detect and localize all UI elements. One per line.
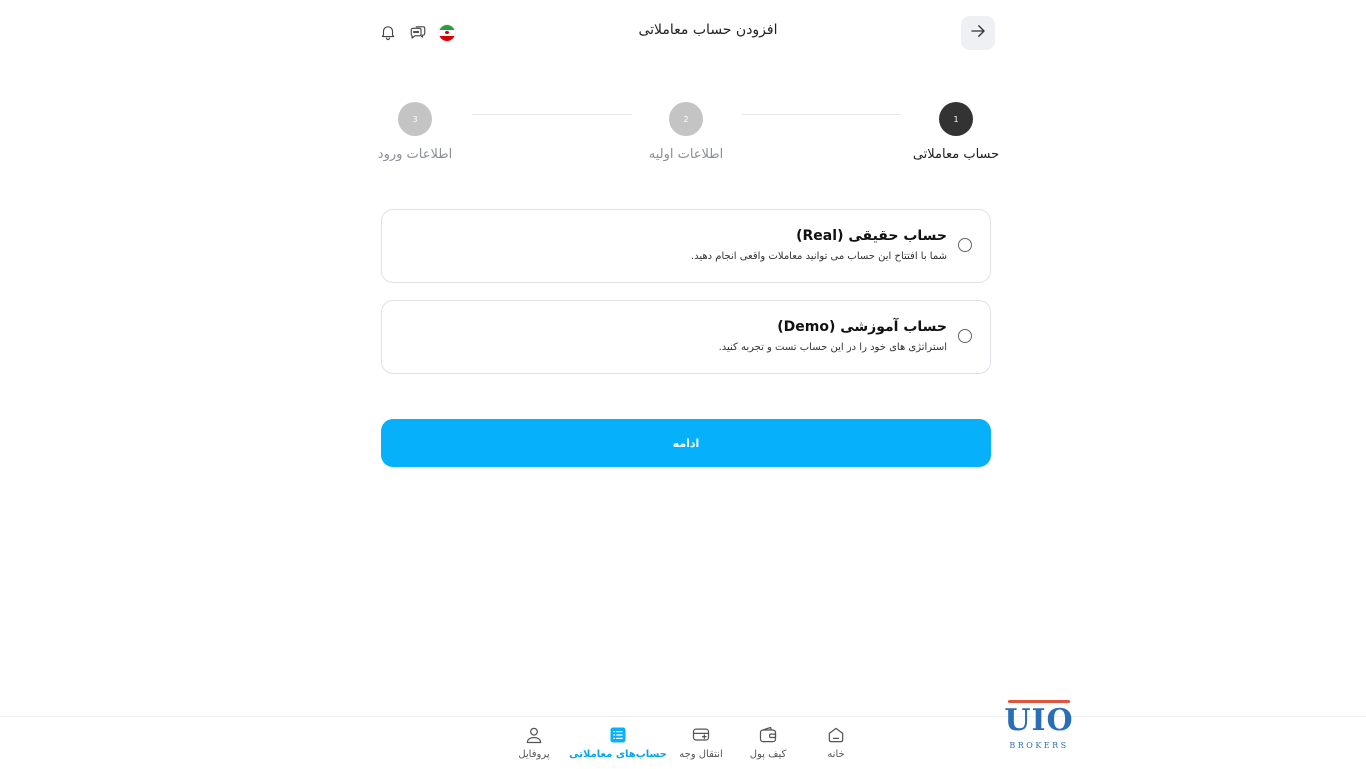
arrow-right-icon — [969, 22, 987, 44]
demo-account-option[interactable]: حساب آموزشی (Demo) استراتژی های خود را د… — [381, 300, 991, 374]
real-account-option[interactable]: حساب حقیقی (Real) شما با افتتاح این حساب… — [381, 209, 991, 283]
real-account-radio[interactable] — [958, 238, 972, 252]
step-connector — [472, 114, 632, 115]
nav-trading-accounts[interactable]: حساب‌های معاملاتی — [569, 725, 667, 760]
wallet-icon — [758, 725, 778, 745]
option-title: حساب آموزشی (Demo) — [777, 319, 947, 335]
card-transfer-icon — [691, 725, 711, 745]
iran-flag-icon[interactable] — [439, 25, 455, 41]
nav-label: خانه — [827, 749, 845, 760]
continue-button[interactable]: ادامه — [381, 419, 991, 467]
list-icon — [608, 725, 628, 745]
nav-label: پروفایل — [518, 749, 550, 760]
step-1-label: حساب معاملاتی — [912, 147, 1000, 162]
step-connector — [742, 114, 900, 115]
page-title: افزودن حساب معاملاتی — [638, 22, 778, 38]
logo-subtext: BROKERS — [1009, 741, 1069, 750]
uio-brokers-logo: UIO BROKERS — [1004, 700, 1074, 755]
user-icon — [524, 725, 544, 745]
step-1-indicator: 1 — [939, 102, 973, 136]
option-title: حساب حقیقی (Real) — [796, 228, 947, 244]
nav-label: کیف پول — [749, 749, 787, 760]
nav-transfer[interactable]: انتقال وجه — [656, 725, 746, 760]
nav-label: انتقال وجه — [679, 749, 723, 760]
step-2-label: اطلاعات اولیه — [648, 147, 724, 162]
nav-label: حساب‌های معاملاتی — [569, 749, 667, 760]
nav-profile[interactable]: پروفایل — [489, 725, 579, 760]
back-button[interactable] — [961, 16, 995, 50]
step-2-indicator: 2 — [669, 102, 703, 136]
bell-icon[interactable] — [378, 22, 398, 42]
bottom-nav: خانه کیف پول انتقال وجه — [0, 716, 1366, 769]
step-3-label: اطلاعات ورود — [377, 147, 453, 162]
chat-icon[interactable] — [408, 22, 428, 42]
step-3-indicator: 3 — [398, 102, 432, 136]
option-description: شما با افتتاح این حساب می توانید معاملات… — [690, 251, 947, 262]
logo-text: UIO — [1004, 703, 1074, 738]
top-header: افزودن حساب معاملاتی — [0, 0, 1366, 66]
option-description: استراتژی های خود را در این حساب تست و تج… — [718, 342, 947, 353]
demo-account-radio[interactable] — [958, 329, 972, 343]
home-icon — [826, 725, 846, 745]
